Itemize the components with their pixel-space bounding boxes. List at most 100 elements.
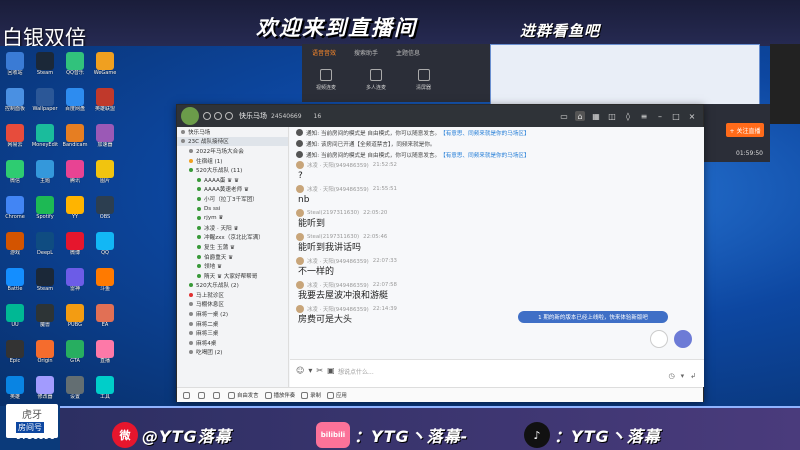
video-icon[interactable]: ▭ [559,111,569,121]
video-link-button[interactable]: 视频连麦 [316,69,336,91]
bg-tab[interactable]: 主题信息 [396,48,420,57]
sidebar-item[interactable]: 麻将三桌 [177,328,288,338]
share-icon[interactable] [225,112,233,120]
grid-icon[interactable]: ▦ [591,111,601,121]
message-author[interactable]: Steal(2197311630) [307,210,359,216]
desktop-icon[interactable]: 直播 [90,338,120,373]
bg-tab[interactable]: 语音音效 [312,48,336,57]
desktop-icon[interactable]: OBS [90,194,120,229]
desktop-icon[interactable]: 设置 [60,374,90,409]
sidebar-item[interactable]: 住宿组 (1) [177,156,288,166]
desktop-icon[interactable]: 英雄联盟 [90,86,120,121]
follow-button[interactable]: + 关注直播 [726,123,764,137]
headset-icon[interactable] [183,391,192,399]
desktop-icon[interactable]: MoneyEdit [30,122,60,157]
desktop-icon[interactable]: Steam [30,266,60,301]
apps-button[interactable]: 应用 [326,391,347,399]
sidebar-item[interactable]: 冰凌 · 天阳 ♛ [177,223,288,233]
maximize-icon[interactable]: □ [671,111,681,121]
sidebar-item[interactable]: AAAA蛋 ♛ ♛ [177,175,288,185]
sidebar-item[interactable]: 麻将一桌 (2) [177,309,288,319]
record-button[interactable]: 录制 [301,391,321,399]
desktop-icon[interactable]: Battle [0,266,30,301]
minimize-icon[interactable]: – [655,111,665,121]
multi-link-button[interactable]: 多人连麦 [366,69,386,91]
history-icon[interactable]: ◷ [669,372,675,380]
sidebar-item[interactable]: 冲醒zxx（京北比军满） [177,233,288,243]
avatar[interactable] [296,305,304,313]
message-author[interactable]: 冰凌 · 天阳(949486359) [307,281,369,289]
desktop-icon[interactable]: DeepL [30,230,60,265]
shield-icon[interactable]: ◊ [623,111,633,121]
desktop-icon[interactable]: Wallpaper [30,86,60,121]
desktop-icon[interactable]: Steam [30,50,60,85]
close-icon[interactable]: × [687,111,697,121]
sidebar-item[interactable]: 23C 战队接待区 [177,136,288,147]
desktop-icon[interactable]: 雷神 [60,266,90,301]
assistant-icon[interactable] [674,330,692,348]
send-icon[interactable]: ↲ [690,372,696,380]
desktop-icon[interactable]: 微博 [60,230,90,265]
message-author[interactable]: 冰凌 · 天阳(949486359) [307,161,369,169]
message-author[interactable]: 冰凌 · 天阳(949486359) [307,257,369,265]
desktop-icon[interactable]: PUBG [60,302,90,337]
message-author[interactable]: 冰凌 · 天阳(949486359) [307,305,369,313]
gift-box-icon[interactable] [650,330,668,348]
play-accompaniment-button[interactable]: 播放伴奏 [264,391,295,399]
sidebar-item[interactable]: AAAA黄速老师 ♛ [177,185,288,195]
desktop-icon[interactable]: 加速器 [90,122,120,157]
sidebar-item[interactable]: 伯爵重天 ♛ [177,252,288,262]
desktop-icon[interactable]: YY [60,194,90,229]
settings-icon[interactable] [203,112,211,120]
desktop-icon[interactable]: WeGame [90,50,120,85]
desktop-icon[interactable]: 控制面板 [0,86,30,121]
desktop-icon[interactable]: 工具 [90,374,120,409]
sidebar-item[interactable]: 麻将二桌 [177,319,288,329]
chevron-down-icon[interactable]: ▾ [681,372,685,380]
avatar[interactable] [296,161,304,169]
home-icon[interactable]: ⌂ [575,111,585,121]
desktop-icon[interactable]: 魔兽 [30,302,60,337]
chevron-down-icon[interactable]: ▾ [308,366,312,375]
sidebar-item[interactable]: 隋天 ♛ 大家好帮帮哥 [177,271,288,281]
sidebar-item[interactable]: 520大乐战队 (2) [177,281,288,291]
desktop-icon[interactable]: Origin [30,338,60,373]
desktop-icon[interactable]: 网易云 [0,122,30,157]
desktop-icon[interactable]: 百度网盘 [60,86,90,121]
avatar[interactable] [181,107,199,125]
sidebar-item[interactable]: 复生 玉蒲 ♛ [177,242,288,252]
bilibili-link[interactable]: bilibili ：YTG丶落幕- [316,422,468,448]
desktop-icon[interactable]: QQ音乐 [60,50,90,85]
desktop-icon[interactable]: 回收站 [0,50,30,85]
volume-icon[interactable] [213,391,222,399]
avatar[interactable] [296,257,304,265]
sidebar-item[interactable]: 麻将4桌 [177,338,288,348]
avatar[interactable] [296,185,304,193]
sidebar-item[interactable]: Ds ssi [177,204,288,214]
desktop-icon[interactable]: Chrome [0,194,30,229]
desktop-icon[interactable]: 斗鱼 [90,266,120,301]
image-icon[interactable]: ▣ [327,366,335,375]
clear-screen-button[interactable]: 清屏器 [416,69,431,91]
free-speak-button[interactable]: 自由发言 [228,391,259,399]
desktop-icon[interactable]: 图片 [90,158,120,193]
avatar[interactable] [296,233,304,241]
bg-tab[interactable]: 搜索助手 [354,48,378,57]
sidebar-item[interactable]: 吃喝团 (2) [177,348,288,358]
message-author[interactable]: 冰凌 · 天阳(949486359) [307,185,369,193]
chat-input[interactable]: 想说点什么... [338,367,374,376]
sidebar-item[interactable]: 小可（拉丁3千军团） [177,194,288,204]
avatar[interactable] [296,209,304,217]
scissors-icon[interactable]: ✂ [316,366,323,375]
desktop-icon[interactable]: GTA [60,338,90,373]
menu-icon[interactable]: ≡ [639,111,649,121]
desktop-icon[interactable]: EA [90,302,120,337]
sidebar-item[interactable]: 马上就诊区 [177,290,288,300]
desktop-icon[interactable]: 腾讯 [60,158,90,193]
desktop-icon[interactable]: 主题 [30,158,60,193]
update-banner[interactable]: 1 期的新的版本已经上线啦，快来体验新版吧 [518,311,668,323]
desktop-icon[interactable]: Epic [0,338,30,373]
desktop-icon[interactable]: UU [0,302,30,337]
desktop-icon[interactable]: QQ [90,230,120,265]
desktop-icon[interactable]: 游戏 [0,230,30,265]
